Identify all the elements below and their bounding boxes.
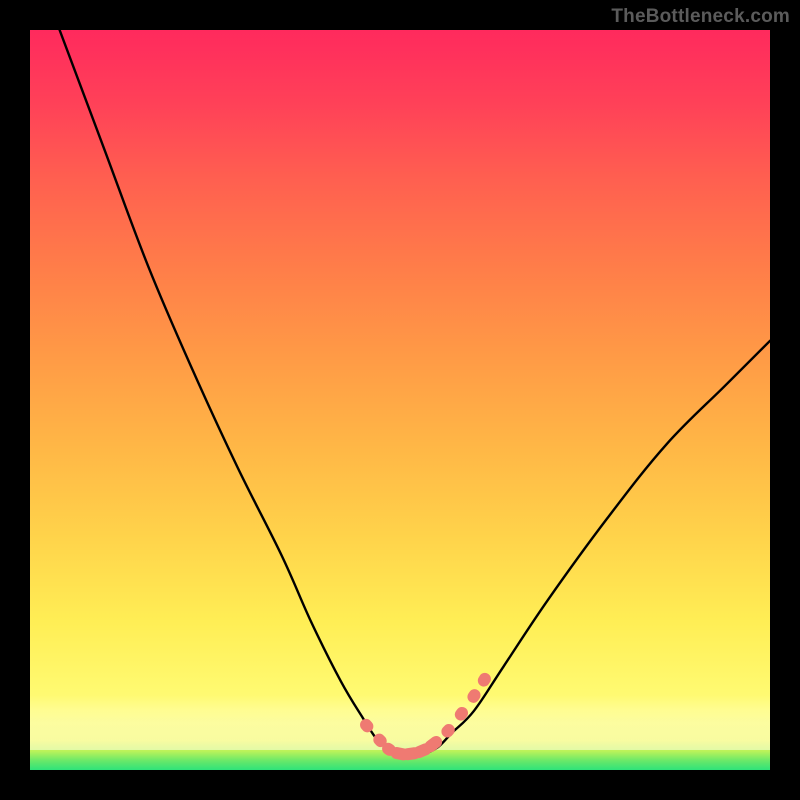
chart-frame: TheBottleneck.com [0,0,800,800]
marker-bead [440,722,457,739]
plot-area [30,30,770,770]
bottleneck-curve [60,30,770,755]
highlight-markers [358,671,492,761]
chart-svg [30,30,770,770]
watermark-text: TheBottleneck.com [611,6,790,28]
